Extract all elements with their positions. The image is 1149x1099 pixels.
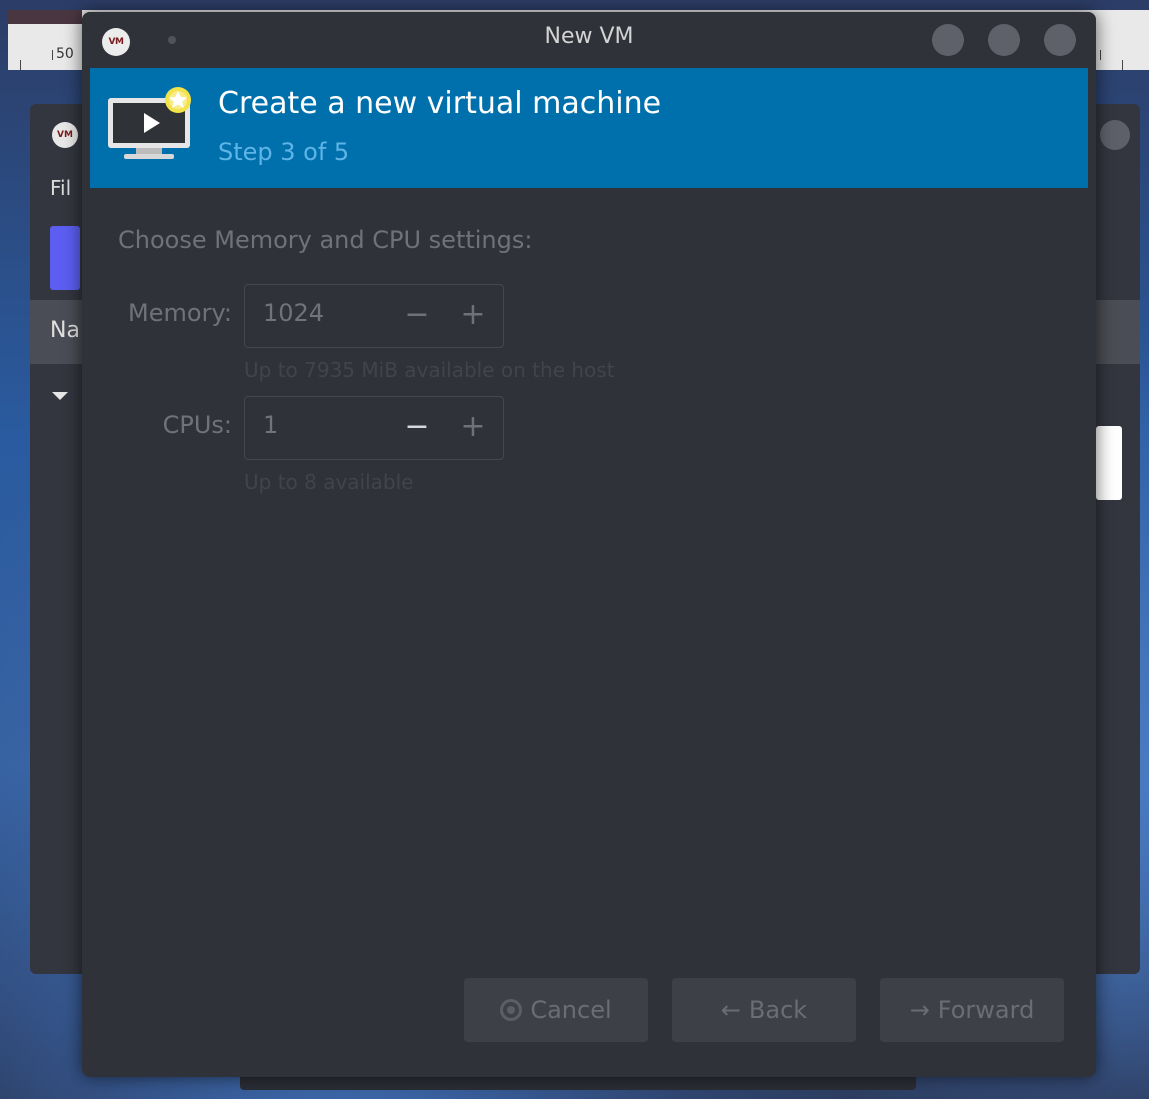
section-label: Choose Memory and CPU settings: — [118, 226, 533, 254]
cpus-label: CPUs: — [162, 411, 232, 439]
cancel-button[interactable]: Cancel — [464, 978, 648, 1042]
background-ruler-label: 50 — [56, 46, 74, 62]
monitor-play-star-icon — [108, 87, 191, 159]
background-panel — [1096, 426, 1122, 500]
banner-title: Create a new virtual machine — [218, 86, 662, 121]
ruler-tick — [1122, 60, 1123, 70]
cpus-hint: Up to 8 available — [244, 470, 414, 494]
close-button[interactable] — [1044, 24, 1076, 56]
background-vm-logo-icon: VM — [52, 122, 78, 148]
cpus-value[interactable]: 1 — [263, 411, 278, 439]
memory-decrement-button[interactable]: − — [397, 295, 437, 335]
arrow-left-icon: ← — [720, 996, 741, 1024]
expand-triangle-icon[interactable] — [52, 392, 68, 400]
banner-step: Step 3 of 5 — [218, 138, 350, 166]
cpus-spinbox[interactable]: 1 − + — [244, 396, 504, 460]
memory-spinbox[interactable]: 1024 − + — [244, 284, 504, 348]
memory-label: Memory: — [128, 299, 232, 327]
memory-hint: Up to 7935 MiB available on the host — [244, 358, 615, 382]
background-menu-file[interactable]: Fil — [50, 176, 71, 200]
ruler-tick — [52, 50, 53, 60]
background-window-button[interactable] — [1100, 120, 1130, 150]
cpus-decrement-button[interactable]: − — [397, 407, 437, 447]
ruler-tick — [1100, 50, 1101, 60]
back-button[interactable]: ← Back — [672, 978, 856, 1042]
back-label: Back — [748, 996, 808, 1024]
cancel-label: Cancel — [530, 996, 612, 1024]
background-strip — [8, 10, 82, 24]
maximize-button[interactable] — [988, 24, 1020, 56]
cancel-icon — [500, 999, 523, 1021]
background-toolbar-button[interactable] — [50, 226, 80, 290]
background-column-name[interactable]: Na — [50, 318, 80, 343]
memory-increment-button[interactable]: + — [453, 295, 493, 335]
minimize-button[interactable] — [932, 24, 964, 56]
wizard-banner: Create a new virtual machine Step 3 of 5 — [90, 68, 1088, 188]
new-vm-dialog: VM New VM Create a new virtual machine S… — [82, 12, 1096, 1077]
memory-value[interactable]: 1024 — [263, 299, 324, 327]
ruler-tick — [20, 60, 21, 70]
forward-button[interactable]: → Forward — [880, 978, 1064, 1042]
dialog-titlebar[interactable]: VM New VM — [82, 12, 1096, 68]
cpus-increment-button[interactable]: + — [453, 407, 493, 447]
forward-label: Forward — [937, 996, 1035, 1024]
arrow-right-icon: → — [909, 996, 930, 1024]
